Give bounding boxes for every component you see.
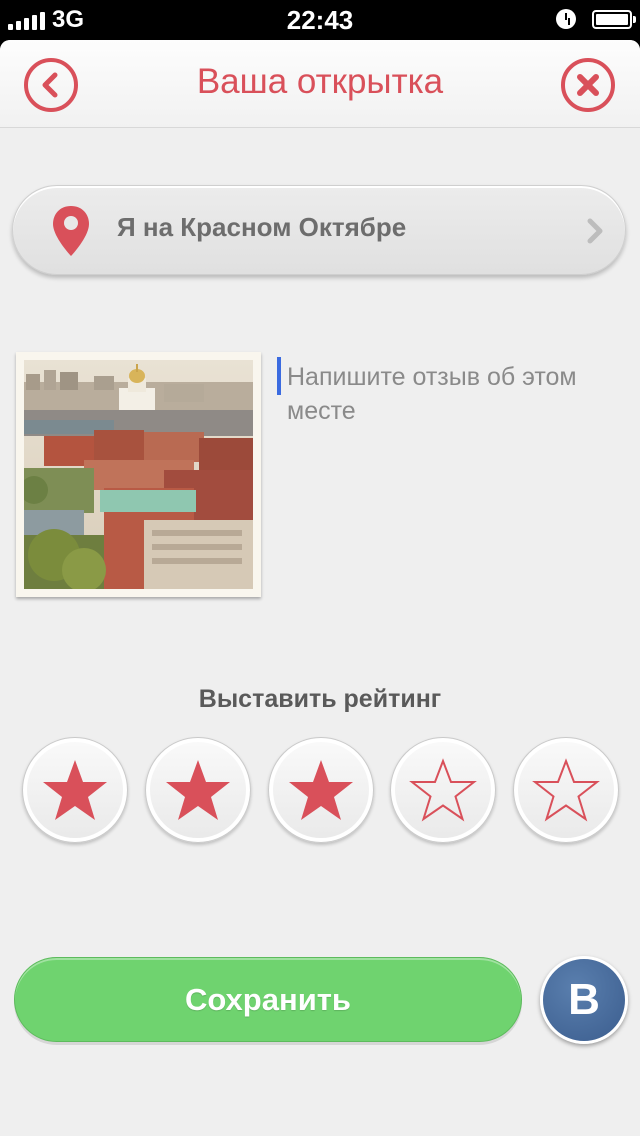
review-input[interactable] [287, 360, 632, 440]
star-outline-icon [409, 758, 477, 822]
map-pin-icon [53, 206, 89, 256]
star-outline-icon [532, 758, 600, 822]
save-button[interactable]: Сохранить [14, 957, 522, 1042]
star-filled-icon [43, 760, 107, 820]
status-bar: 3G 22:43 [0, 0, 640, 40]
battery-icon [592, 10, 636, 29]
photo-image [24, 360, 253, 589]
text-cursor [277, 357, 281, 395]
star-button-3[interactable] [268, 737, 374, 843]
postcard-photo[interactable] [16, 352, 261, 597]
star-filled-icon [166, 760, 230, 820]
page-title: Ваша открытка [196, 62, 444, 101]
star-button-4[interactable] [390, 737, 496, 843]
nav-bar: Ваша открытка [0, 40, 640, 128]
chevron-right-icon [587, 218, 603, 244]
vk-share-button[interactable]: B [540, 956, 628, 1044]
star-button-1[interactable] [22, 737, 128, 843]
star-button-2[interactable] [145, 737, 251, 843]
location-label: Я на Красном Октябре [117, 212, 407, 242]
close-icon [577, 74, 599, 96]
postcard-screen: Ваша открытка Я на Красном Октябре Напиш… [0, 40, 640, 1136]
rating-title: Выставить рейтинг [198, 685, 442, 713]
back-button[interactable] [24, 58, 78, 112]
alarm-icon [556, 9, 576, 29]
status-time: 22:43 [286, 5, 354, 35]
star-button-5[interactable] [513, 737, 619, 843]
location-selector[interactable]: Я на Красном Октябре [12, 185, 626, 275]
close-button[interactable] [561, 58, 615, 112]
star-filled-icon [289, 760, 353, 820]
star-rating [0, 737, 640, 847]
chevron-left-icon [42, 72, 58, 98]
